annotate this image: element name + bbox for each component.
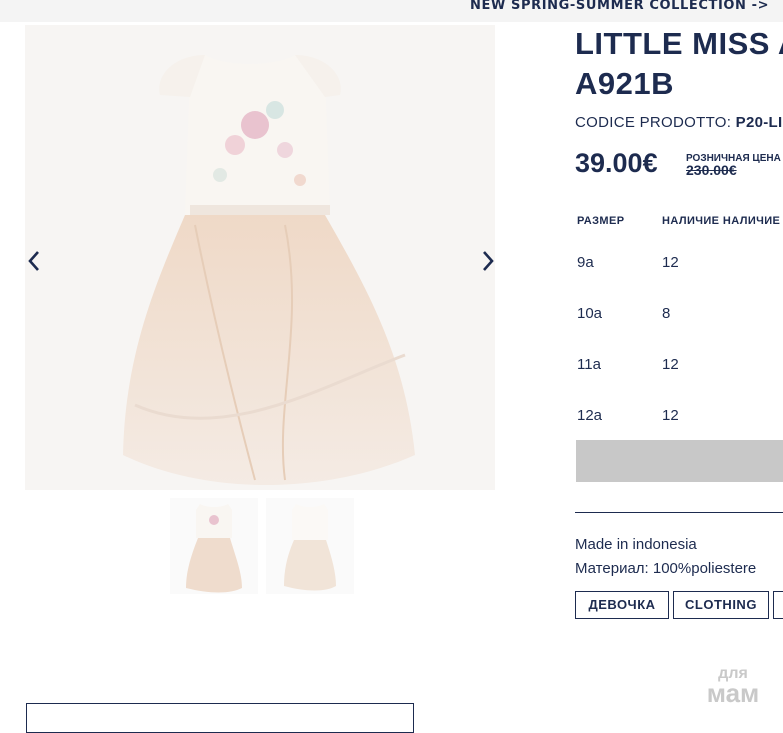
chevron-right-icon bbox=[483, 251, 494, 271]
divider bbox=[575, 512, 783, 513]
thumbnail-1[interactable] bbox=[170, 498, 258, 594]
made-in-text: Made in indonesia bbox=[575, 536, 697, 553]
size-value: 10a bbox=[577, 305, 603, 322]
size-row[interactable]: 12a 12 bbox=[575, 390, 783, 441]
add-to-cart-button[interactable] bbox=[576, 440, 783, 482]
dress-thumbnail-front bbox=[186, 504, 242, 593]
size-row[interactable]: 9a 12 bbox=[575, 237, 783, 288]
size-table: РАЗМЕР НАЛИЧИЕ НАЛИЧИЕ 9a 12 10a 8 11a 1… bbox=[575, 205, 783, 441]
size-value: 11a bbox=[577, 356, 601, 373]
site-logo: для мам bbox=[696, 666, 770, 708]
dress-thumbnail-back bbox=[284, 504, 336, 591]
size-column-header: РАЗМЕР bbox=[577, 215, 625, 227]
product-title: LITTLE MISS A A921B bbox=[575, 24, 783, 104]
thumbnail-2[interactable] bbox=[266, 498, 354, 594]
logo-line2: мам bbox=[706, 678, 760, 708]
chevron-left-icon bbox=[28, 251, 39, 271]
stock-value: 12 bbox=[662, 254, 679, 271]
tag-more[interactable] bbox=[773, 591, 783, 619]
product-code-value: P20-LI bbox=[735, 114, 783, 131]
material-text: Материал: 100%poliestere bbox=[575, 560, 757, 577]
dress-image bbox=[123, 55, 415, 485]
size-value: 12a bbox=[577, 407, 603, 424]
top-bar: NEW SPRING-SUMMER COLLECTION -> bbox=[0, 0, 783, 22]
product-code: CODICE PRODOTTO: P20-LI bbox=[575, 114, 783, 131]
retail-price-value: 230.00€ bbox=[686, 162, 737, 178]
product-title-line1: LITTLE MISS A bbox=[575, 26, 783, 61]
tag-girl[interactable]: ДЕВОЧКА bbox=[575, 591, 669, 619]
stock-value: 12 bbox=[662, 407, 679, 424]
promo-link[interactable]: NEW SPRING-SUMMER COLLECTION -> bbox=[470, 0, 769, 13]
size-table-header: РАЗМЕР НАЛИЧИЕ НАЛИЧИЕ bbox=[575, 205, 783, 237]
bottom-action-box[interactable] bbox=[26, 703, 414, 733]
product-price: 39.00€ bbox=[575, 148, 658, 178]
product-title-line2: A921B bbox=[575, 66, 674, 101]
gallery-next-button[interactable] bbox=[478, 246, 498, 276]
stock-value: 8 bbox=[662, 305, 671, 322]
size-row[interactable]: 11a 12 bbox=[575, 339, 783, 390]
size-row[interactable]: 10a 8 bbox=[575, 288, 783, 339]
size-value: 9a bbox=[577, 254, 594, 271]
gallery-prev-button[interactable] bbox=[24, 246, 44, 276]
tag-clothing[interactable]: CLOTHING bbox=[673, 591, 769, 619]
product-code-label: CODICE PRODOTTO: bbox=[575, 114, 732, 131]
stock-column-header: НАЛИЧИЕ НАЛИЧИЕ bbox=[662, 215, 781, 227]
product-main-image bbox=[25, 25, 495, 490]
stock-value: 12 bbox=[662, 356, 679, 373]
